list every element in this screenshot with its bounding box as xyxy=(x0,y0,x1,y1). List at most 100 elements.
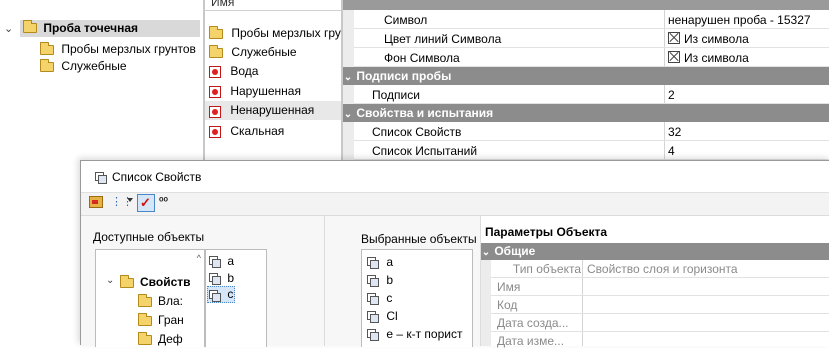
property-row[interactable]: Подписи 2 xyxy=(354,85,829,104)
properties-list-dialog: Список Свойств ⋮⋮ ✓ ᵒᵒ Доступные объекты… xyxy=(80,160,829,349)
selected-list-item[interactable]: e – к-т порист xyxy=(367,327,463,342)
property-icon xyxy=(367,293,379,306)
selected-list[interactable]: a b c Cl e – к-т порист xyxy=(361,249,473,347)
list-header[interactable]: Имя xyxy=(205,0,341,11)
available-tree[interactable]: ^ ⌄ Свойств Вла: Гран Деф xyxy=(95,249,205,347)
dropdown-arrow-icon[interactable] xyxy=(127,198,133,202)
tree-panel: ⌄ Проба точечная Пробы мерзлых грунтов С… xyxy=(0,0,203,160)
folder-icon xyxy=(40,41,54,55)
param-row[interactable]: Код xyxy=(491,296,829,314)
params-pane: Параметры Объекта ⌄ Общие Тип объекта Св… xyxy=(480,215,829,349)
check-toggle-button[interactable]: ✓ xyxy=(137,194,155,212)
property-row[interactable]: Цвет линий Символа Из символа xyxy=(354,29,829,48)
none-color-icon xyxy=(668,51,680,63)
folder-icon xyxy=(209,25,223,39)
list-item[interactable]: Нарушенная xyxy=(209,84,301,98)
list-item-label: Вода xyxy=(230,64,259,78)
available-list-item-selected[interactable]: c xyxy=(207,286,235,303)
property-row[interactable]: Символ ненарушен проба - 15327 xyxy=(354,10,829,29)
available-pane: Доступные объекты ^ ⌄ Свойств Вла: Гран … xyxy=(81,215,324,347)
selected-item-label: Cl xyxy=(386,309,398,323)
params-label: Параметры Объекта xyxy=(485,225,608,239)
selected-list-item[interactable]: a xyxy=(367,255,394,270)
section-header[interactable]: ⌄ Свойства и испытания xyxy=(343,104,829,122)
section-label: Свойства и испытания xyxy=(356,106,494,120)
binoculars-icon[interactable]: ᵒᵒ xyxy=(159,195,168,207)
selected-list-item[interactable]: c xyxy=(367,291,393,306)
property-name: Список Свойств xyxy=(372,125,462,139)
selected-item-label: c xyxy=(386,291,393,305)
list-item[interactable]: Скальная xyxy=(209,124,284,138)
property-value: 4 xyxy=(668,144,675,158)
property-row[interactable]: Список Свойств 32 xyxy=(354,122,829,141)
param-name: Дата созда... xyxy=(497,316,569,330)
property-value: ненарушен проба - 15327 xyxy=(668,13,811,27)
param-row[interactable]: Имя xyxy=(491,278,829,296)
available-list[interactable]: a b c xyxy=(205,249,267,347)
param-row[interactable]: Дата созда... xyxy=(491,314,829,332)
folder-icon xyxy=(138,313,152,326)
available-tree-item[interactable]: Гран xyxy=(158,313,184,327)
property-icon xyxy=(209,256,221,269)
tree-item[interactable]: Пробы мерзлых грунтов xyxy=(40,41,196,56)
tree-item[interactable]: Служебные xyxy=(40,58,127,73)
list-item[interactable]: Служебные xyxy=(209,44,297,59)
selected-item-label: e – к-т порист xyxy=(386,327,463,341)
available-list-item[interactable]: b xyxy=(209,271,235,286)
folder-icon xyxy=(209,44,223,58)
property-value: 32 xyxy=(668,125,682,139)
chevron-down-icon: ⌄ xyxy=(343,72,353,83)
property-name: Фон Символа xyxy=(384,51,460,65)
available-label: Доступные объекты xyxy=(93,230,205,244)
section-label: Подписи пробы xyxy=(356,69,452,83)
params-section-label: Общие xyxy=(494,244,536,258)
scroll-up-icon[interactable]: ^ xyxy=(197,253,201,263)
chevron-down-icon: ⌄ xyxy=(343,109,353,120)
available-list-item[interactable]: a xyxy=(209,254,234,269)
property-icon xyxy=(367,275,379,288)
open-folder-icon[interactable] xyxy=(89,196,103,208)
property-name: Подписи xyxy=(372,88,420,102)
list-item[interactable]: Пробы мерзлых грунтов xyxy=(209,25,341,40)
list-item-selected[interactable]: Ненарушенная xyxy=(205,101,341,120)
folder-icon xyxy=(40,58,54,72)
param-name: Тип объекта xyxy=(512,262,581,276)
selected-item-label: b xyxy=(386,273,394,287)
property-row[interactable]: Фон Символа Из символа xyxy=(354,48,829,67)
param-row[interactable]: Дата изме... xyxy=(491,332,829,349)
none-color-icon xyxy=(668,32,680,44)
tree-collapse-toggle[interactable]: ⌄ xyxy=(4,22,14,35)
param-value: Свойство слоя и горизонта xyxy=(587,262,738,276)
section-header[interactable]: ⌄ Подписи пробы xyxy=(343,67,829,85)
available-tree-item[interactable]: Вла: xyxy=(158,294,183,308)
selected-item-label: a xyxy=(386,255,394,269)
property-name: Список Испытаний xyxy=(372,144,478,158)
chevron-down-icon: ⌄ xyxy=(481,247,491,258)
available-item-label: b xyxy=(227,271,235,285)
folder-icon xyxy=(138,294,152,307)
expand-chevron-icon[interactable]: ⌄ xyxy=(106,275,114,286)
checkmark-icon: ✓ xyxy=(140,195,151,210)
selected-list-item[interactable]: b xyxy=(367,273,394,288)
selected-list-item[interactable]: Cl xyxy=(367,309,398,324)
param-name: Имя xyxy=(497,280,521,294)
red-symbol-icon xyxy=(209,65,221,78)
property-icon xyxy=(209,273,221,286)
list-item[interactable]: Вода xyxy=(209,64,258,78)
selected-label: Выбранные объекты xyxy=(361,232,477,246)
dialog-titlebar[interactable]: Список Свойств xyxy=(81,161,829,191)
list-item-label: Ненарушенная xyxy=(230,103,315,117)
property-row[interactable]: Список Испытаний 4 xyxy=(354,141,829,160)
available-item-label: c xyxy=(227,287,234,301)
param-name: Дата изме... xyxy=(497,334,565,348)
params-section-header[interactable]: ⌄ Общие xyxy=(481,243,829,260)
folder-icon xyxy=(120,275,134,288)
property-icon xyxy=(367,257,379,270)
list-item-label: Служебные xyxy=(231,45,297,59)
tree-root-item[interactable]: Проба точечная xyxy=(20,19,200,37)
list-item-label: Скальная xyxy=(230,124,285,138)
list-item-label: Пробы мерзлых грунтов xyxy=(231,26,341,40)
list-header-label: Имя xyxy=(211,0,235,9)
property-value: Из символа xyxy=(684,32,749,46)
param-row[interactable]: Тип объекта Свойство слоя и горизонта xyxy=(491,260,829,278)
